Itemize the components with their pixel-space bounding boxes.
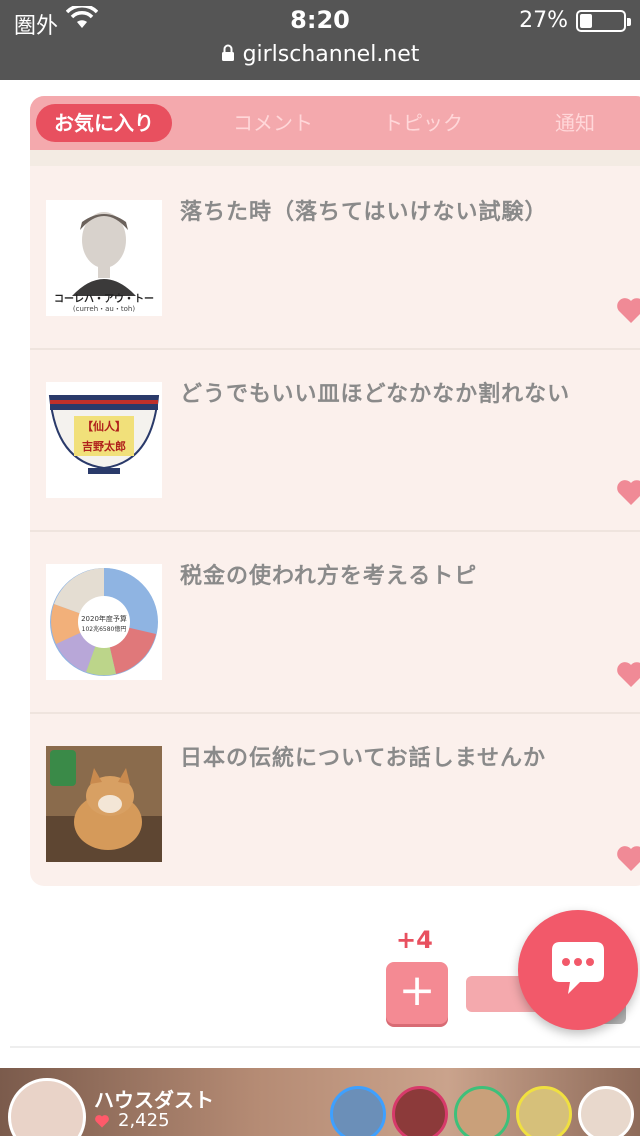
chat-button[interactable]: [518, 910, 638, 1030]
topic-title[interactable]: 落ちた時（落ちてはいけない試験）: [180, 194, 548, 226]
topic-title[interactable]: 日本の伝統についてお話しませんか: [180, 740, 546, 772]
topic-thumbnail: コーレハ・アウ・トー (curreh・au・toh): [46, 200, 162, 316]
add-button[interactable]: +: [386, 962, 448, 1024]
tab-topics[interactable]: トピック: [368, 104, 478, 142]
tab-bar: お気に入り コメント トピック 通知: [30, 96, 640, 150]
thumb-subcaption: (curreh・au・toh): [72, 305, 136, 313]
viewer-avatar[interactable]: [330, 1086, 386, 1136]
viewer-avatar[interactable]: [392, 1086, 448, 1136]
heart-icon[interactable]: [616, 296, 640, 324]
battery-percent: 27%: [519, 8, 568, 33]
divider: [30, 150, 640, 166]
topic-thumbnail: [46, 746, 162, 862]
battery-icon: [576, 10, 631, 32]
lock-icon: [221, 43, 235, 68]
topic-item[interactable]: 2020年度予算 102兆6580億円 税金の使われ方を考えるトピ: [30, 532, 640, 714]
heart-icon: [95, 1115, 109, 1128]
heart-icon[interactable]: [616, 478, 640, 506]
topic-item[interactable]: 日本の伝統についてお話しませんか: [30, 714, 640, 886]
tab-favorites[interactable]: お気に入り: [36, 104, 172, 142]
url-text: girlschannel.net: [242, 42, 420, 67]
topic-thumbnail: 【仙人】 吉野太郎: [46, 382, 162, 498]
heart-icon[interactable]: [616, 844, 640, 872]
streamer-name: ハウスダスト: [94, 1088, 214, 1112]
heart-icon[interactable]: [616, 660, 640, 688]
topic-title[interactable]: 税金の使われ方を考えるトピ: [180, 558, 477, 590]
divider: [10, 1046, 640, 1048]
live-banner[interactable]: ハウスダスト 2,425: [0, 1068, 640, 1136]
thumb-caption: 【仙人】: [82, 420, 126, 433]
topic-thumbnail: 2020年度予算 102兆6580億円: [46, 564, 162, 680]
topic-item[interactable]: コーレハ・アウ・トー (curreh・au・toh) 落ちた時（落ちてはいけない…: [30, 168, 640, 350]
viewer-avatar[interactable]: [516, 1086, 572, 1136]
favorites-panel: お気に入り コメント トピック 通知 コーレハ・アウ・トー (curreh・au…: [30, 96, 640, 886]
thumb-caption: 2020年度予算: [81, 615, 127, 623]
like-count: 2,425: [118, 1110, 170, 1131]
viewer-avatar[interactable]: [578, 1086, 634, 1136]
tab-comments[interactable]: コメント: [218, 104, 328, 142]
thumb-subcaption: 吉野太郎: [82, 440, 126, 453]
address-bar[interactable]: girlschannel.net: [0, 42, 640, 68]
chat-bubble-icon: [552, 942, 604, 994]
thumb-caption: コーレハ・アウ・トー: [54, 294, 154, 305]
plus-count-badge: +4: [396, 926, 433, 954]
thumb-subcaption: 102兆6580億円: [81, 626, 127, 633]
topic-title[interactable]: どうでもいい皿ほどなかなか割れない: [180, 376, 570, 408]
avatar[interactable]: [8, 1078, 86, 1136]
tab-notifications[interactable]: 通知: [530, 104, 620, 142]
viewer-avatar[interactable]: [454, 1086, 510, 1136]
topic-item[interactable]: 【仙人】 吉野太郎 どうでもいい皿ほどなかなか割れない: [30, 350, 640, 532]
status-bar: 圏外 8:20 27% girlschannel.net: [0, 0, 640, 80]
